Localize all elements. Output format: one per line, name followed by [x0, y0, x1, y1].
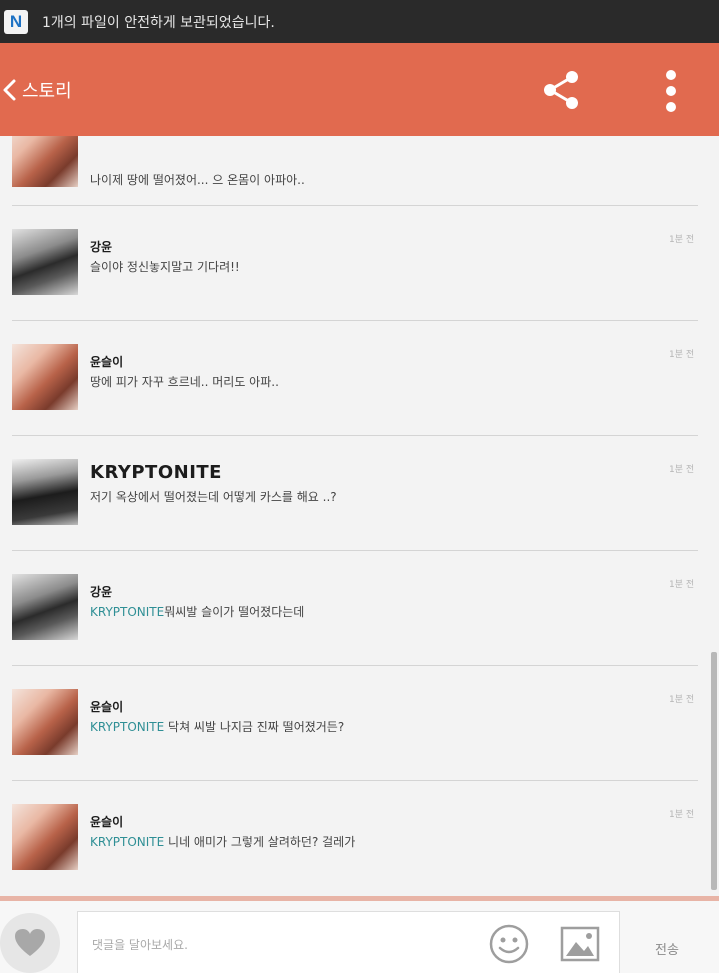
avatar[interactable]: [12, 459, 78, 525]
comment-item: 나이제 땅에 떨어졌어... 으 온몸이 아파아..: [0, 136, 719, 187]
status-bar: N 1개의 파일이 안전하게 보관되었습니다.: [0, 0, 719, 43]
mention-link[interactable]: KRYPTONITE: [90, 605, 164, 619]
comment-item: 윤슬이 땅에 피가 자꾸 흐르네.. 머리도 아파.. 1분 전: [0, 321, 719, 436]
send-button[interactable]: 전송: [655, 939, 679, 958]
app-bar: 스토리: [0, 43, 719, 136]
avatar[interactable]: [12, 804, 78, 870]
comment-text: 슬이야 정신놓지말고 기다려!!: [90, 260, 240, 274]
comment-message: 뭐씨발 슬이가 떨어졌다는데: [164, 605, 305, 619]
comment-text: KRYPTONITE 닥쳐 씨발 나지금 진짜 떨어졌거든?: [90, 718, 344, 735]
scrollbar[interactable]: [711, 652, 717, 890]
comment-time: 1분 전: [669, 695, 695, 705]
comment-time: 1분 전: [669, 810, 695, 820]
comment-list[interactable]: 나이제 땅에 떨어졌어... 으 온몸이 아파아.. 강윤 슬이야 정신놓지말고…: [0, 136, 719, 896]
comment-time: 1분 전: [669, 350, 695, 360]
avatar[interactable]: [12, 574, 78, 640]
comment-author[interactable]: 윤슬이: [90, 353, 123, 370]
mention-link[interactable]: KRYPTONITE: [90, 720, 164, 734]
notification-text: 1개의 파일이 안전하게 보관되었습니다.: [42, 14, 275, 31]
comment-text: KRYPTONITE뭐씨발 슬이가 떨어졌다는데: [90, 603, 304, 620]
back-chevron-icon: [0, 75, 20, 105]
avatar[interactable]: [12, 136, 78, 187]
avatar[interactable]: [12, 344, 78, 410]
comment-message: 니네 애미가 그렇게 살려하던? 걸레가: [164, 835, 356, 849]
comment-author[interactable]: 윤슬이: [90, 698, 123, 715]
comment-author[interactable]: 강윤: [90, 238, 112, 255]
notification-app-icon: N: [4, 9, 28, 34]
avatar[interactable]: [12, 229, 78, 295]
avatar[interactable]: [12, 689, 78, 755]
comment-item: 강윤 슬이야 정신놓지말고 기다려!! 1분 전: [0, 206, 719, 321]
comment-item: 윤슬이 KRYPTONITE 닥쳐 씨발 나지금 진짜 떨어졌거든? 1분 전: [0, 666, 719, 781]
heart-icon: [15, 929, 45, 956]
comment-item: KRYPTONITE 저기 옥상에서 떨어졌는데 어떻게 카스를 해요 ..? …: [0, 436, 719, 551]
more-vert-icon[interactable]: [658, 69, 684, 113]
comment-author[interactable]: 윤슬이: [90, 813, 123, 830]
comment-text: 저기 옥상에서 떨어졌는데 어떻게 카스를 해요 ..?: [90, 490, 337, 504]
like-button[interactable]: [0, 913, 60, 973]
comment-time: 1분 전: [669, 465, 695, 475]
share-icon[interactable]: [540, 69, 582, 111]
comment-item: 강윤 KRYPTONITE뭐씨발 슬이가 떨어졌다는데 1분 전: [0, 551, 719, 666]
mention-link[interactable]: KRYPTONITE: [90, 835, 164, 849]
comment-input-placeholder: 댓글을 달아보세요.: [92, 938, 188, 952]
comment-author[interactable]: KRYPTONITE: [90, 462, 222, 483]
comment-time: 1분 전: [669, 235, 695, 245]
comment-input[interactable]: 댓글을 달아보세요.: [77, 911, 620, 973]
comment-text: KRYPTONITE 니네 애미가 그렇게 살려하던? 걸레가: [90, 833, 355, 850]
comment-time: 1분 전: [669, 580, 695, 590]
comment-text: 나이제 땅에 떨어졌어... 으 온몸이 아파아..: [90, 173, 305, 187]
page-title: 스토리: [22, 80, 72, 102]
comment-text: 땅에 피가 자꾸 흐르네.. 머리도 아파..: [90, 375, 279, 389]
comment-item: 윤슬이 KRYPTONITE 니네 애미가 그렇게 살려하던? 걸레가 1분 전: [0, 781, 719, 896]
back-button[interactable]: 스토리: [0, 75, 72, 105]
comment-input-bar: 댓글을 달아보세요. 전송: [0, 901, 719, 973]
image-icon[interactable]: [560, 924, 600, 964]
comment-author[interactable]: 강윤: [90, 583, 112, 600]
comment-message: 닥쳐 씨발 나지금 진짜 떨어졌거든?: [164, 720, 345, 734]
emoji-icon[interactable]: [489, 924, 529, 964]
